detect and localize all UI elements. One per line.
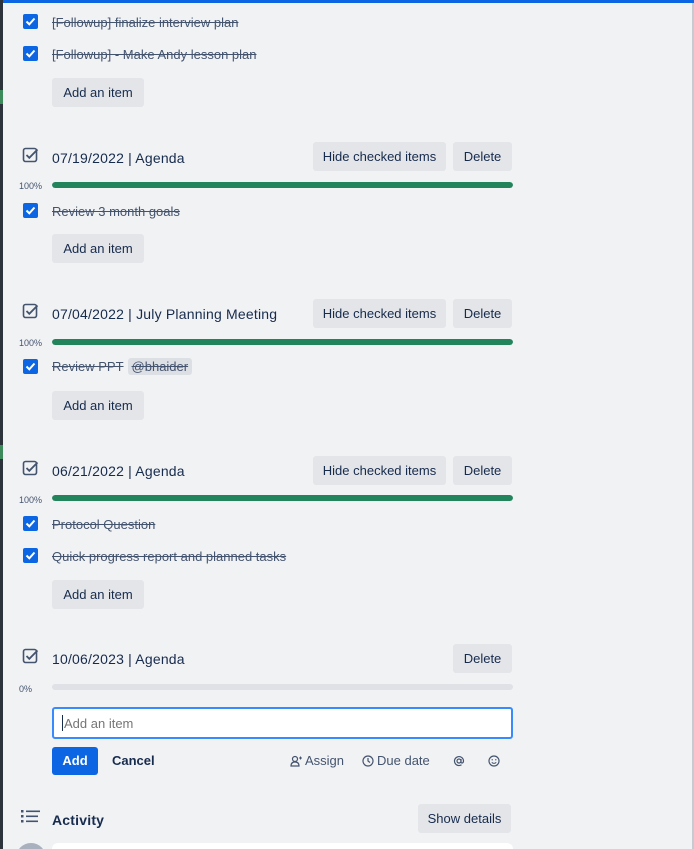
emoji-button[interactable] (488, 753, 503, 768)
checkbox-checked-icon[interactable] (23, 203, 38, 218)
add-item-button[interactable]: Add an item (52, 234, 144, 263)
left-edge-marker (0, 90, 3, 104)
assign-icon (290, 755, 302, 767)
delete-checklist-button[interactable]: Delete (453, 644, 512, 673)
checklist-icon (22, 648, 39, 664)
window-top-border (0, 0, 694, 3)
checkbox-checked-icon[interactable] (23, 516, 38, 531)
add-button[interactable]: Add (52, 747, 98, 775)
assign-button[interactable]: Assign (290, 753, 344, 768)
checklist-item-text[interactable]: [Followup] finalize interview plan (52, 15, 238, 30)
text-caret (62, 715, 63, 731)
left-edge-marker (0, 445, 3, 459)
checklist-item[interactable]: Review PPT @bhaider (52, 358, 193, 375)
checklist-item-text[interactable]: Review 3 month goals (52, 204, 180, 219)
hide-checked-items-button[interactable]: Hide checked items (313, 299, 446, 328)
progress-fill (52, 339, 513, 345)
delete-checklist-button[interactable]: Delete (453, 299, 512, 328)
progress-bar (52, 684, 513, 690)
progress-fill (52, 495, 513, 501)
progress-bar (52, 182, 513, 188)
checklist-item-text[interactable]: Quick progress report and planned tasks (52, 549, 286, 564)
clock-icon (362, 755, 374, 767)
checklist-icon (22, 147, 39, 163)
progress-percent: 100% (19, 181, 43, 191)
checklist-icon (22, 460, 39, 476)
checklist-title[interactable]: 06/21/2022 | Agenda (52, 463, 185, 479)
emoji-icon (488, 755, 500, 767)
checklist-icon (22, 303, 39, 319)
due-date-label: Due date (377, 753, 430, 768)
checklist-title[interactable]: 07/19/2022 | Agenda (52, 150, 185, 166)
progress-bar (52, 495, 513, 501)
show-details-button[interactable]: Show details (418, 804, 511, 833)
due-date-button[interactable]: Due date (362, 753, 430, 768)
progress-percent: 100% (19, 338, 43, 348)
checklist-title[interactable]: 07/04/2022 | July Planning Meeting (52, 306, 277, 322)
activity-title: Activity (52, 812, 105, 828)
checkbox-checked-icon[interactable] (23, 359, 38, 374)
assign-label: Assign (305, 753, 345, 768)
checklist-item-text[interactable]: Protocol Question (52, 517, 155, 532)
comment-input[interactable] (52, 843, 513, 849)
checklist-title[interactable]: 10/06/2023 | Agenda (52, 651, 185, 667)
progress-percent: 100% (19, 495, 43, 505)
checkbox-checked-icon[interactable] (23, 14, 38, 29)
add-item-button[interactable]: Add an item (52, 391, 144, 420)
add-item-button[interactable]: Add an item (52, 78, 144, 107)
cancel-button[interactable]: Cancel (112, 753, 155, 768)
mention-chip[interactable]: @bhaider (127, 358, 193, 375)
mention-icon (453, 755, 465, 767)
hide-checked-items-button[interactable]: Hide checked items (313, 142, 446, 171)
window-left-edge (0, 0, 3, 849)
delete-checklist-button[interactable]: Delete (453, 456, 512, 485)
checklist-item-text[interactable]: [Followup] - Make Andy lesson plan (52, 47, 257, 62)
add-item-button[interactable]: Add an item (52, 580, 144, 609)
checkbox-checked-icon[interactable] (23, 548, 38, 563)
mention-button[interactable] (453, 753, 468, 768)
hide-checked-items-button[interactable]: Hide checked items (313, 456, 446, 485)
progress-fill (52, 182, 513, 188)
avatar[interactable] (16, 843, 46, 849)
progress-bar (52, 339, 513, 345)
new-item-input[interactable] (52, 707, 513, 739)
delete-checklist-button[interactable]: Delete (453, 142, 512, 171)
checklist-item-text: Review PPT (52, 359, 124, 374)
progress-percent: 0% (19, 684, 33, 694)
checkbox-checked-icon[interactable] (23, 46, 38, 61)
activity-list-icon (21, 810, 40, 823)
